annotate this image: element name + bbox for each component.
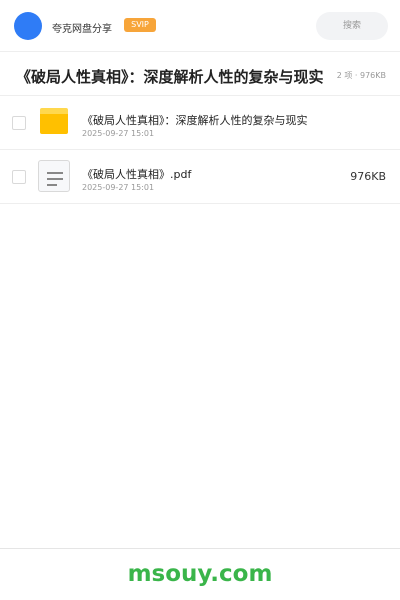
search-input[interactable]: 搜索 <box>316 12 388 40</box>
file-date: 2025-09-27 15:01 <box>82 129 155 138</box>
file-name: 《破局人性真相》.pdf <box>82 168 192 181</box>
select-checkbox[interactable] <box>12 170 26 184</box>
list-item[interactable]: 《破局人性真相》：深度解析人性的复杂与现实 2025-09-27 15:01 <box>0 96 400 150</box>
brand-name: 夸克网盘分享 <box>52 24 112 35</box>
share-title-bar: 《破局人性真相》：深度解析人性的复杂与现实 2 项 · 976KB <box>0 52 400 96</box>
share-meta: 2 项 · 976KB <box>336 71 386 80</box>
list-item[interactable]: 《破局人性真相》.pdf 2025-09-27 15:01 976KB <box>0 150 400 204</box>
document-icon <box>38 160 70 192</box>
file-name: 《破局人性真相》：深度解析人性的复杂与现实 <box>82 114 308 127</box>
document-line <box>47 184 57 186</box>
top-bar: 夸克网盘分享 SVIP 搜索 <box>0 0 400 52</box>
document-line <box>47 178 63 180</box>
folder-icon <box>40 108 68 134</box>
svip-badge: SVIP <box>124 18 156 32</box>
file-date: 2025-09-27 15:01 <box>82 183 155 192</box>
footer: msouy.com <box>0 548 400 600</box>
folder-body <box>40 114 68 134</box>
avatar[interactable] <box>14 12 42 40</box>
file-size: 976KB <box>350 170 386 183</box>
select-checkbox[interactable] <box>12 116 26 130</box>
watermark: msouy.com <box>127 561 273 587</box>
page-title: 《破局人性真相》：深度解析人性的复杂与现实 <box>16 68 324 86</box>
document-line <box>47 172 63 174</box>
